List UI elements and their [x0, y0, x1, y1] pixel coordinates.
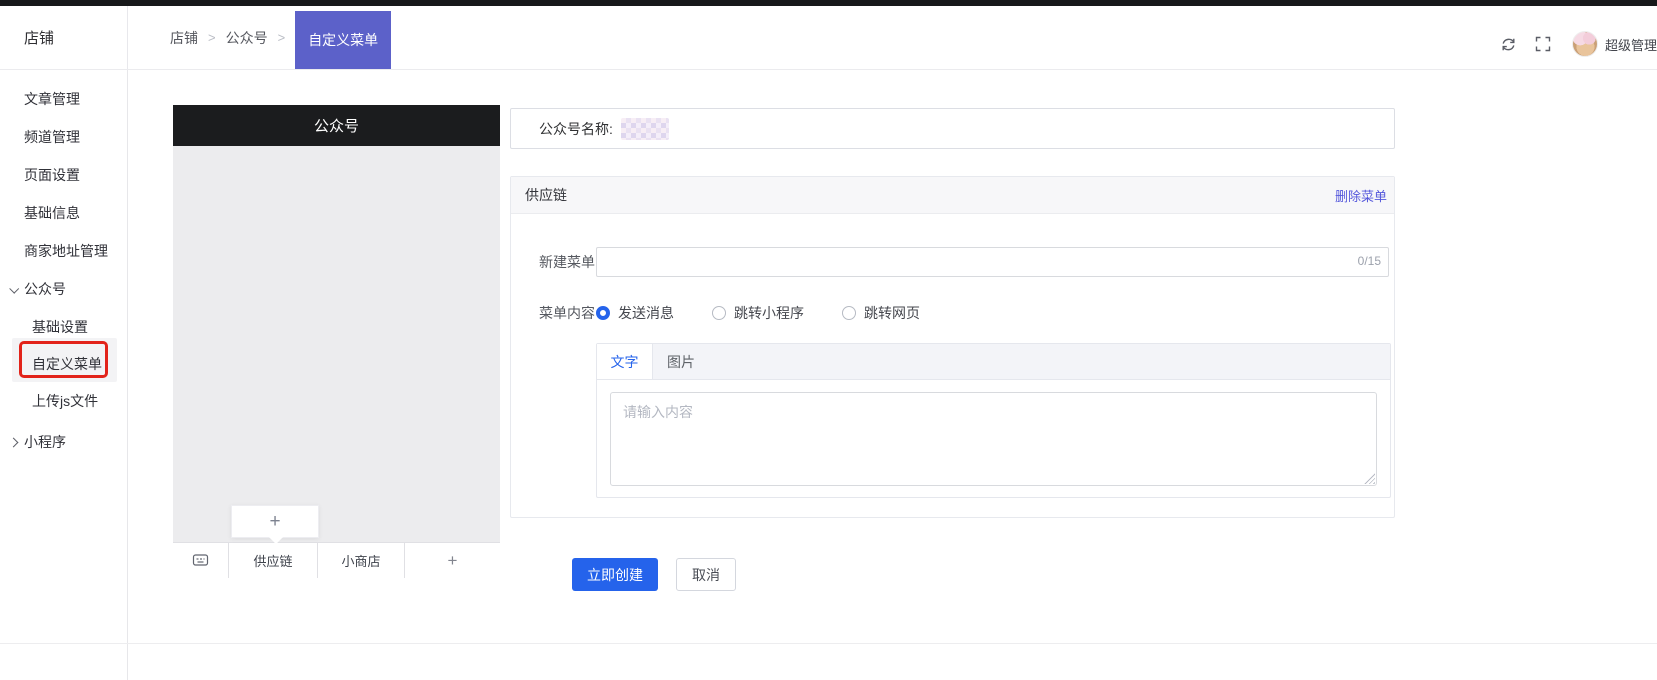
form-actions: 立即创建 取消 — [572, 558, 736, 591]
menu-section-header: 供应链 删除菜单 — [511, 177, 1394, 214]
menu-name-row: 新建菜单 0/15 — [511, 247, 1394, 277]
breadcrumb-separator: > — [208, 30, 216, 45]
sidebar-item-merchant-address[interactable]: 商家地址管理 — [0, 232, 127, 270]
radio-selected-icon — [596, 306, 610, 320]
radio-unselected-icon — [712, 306, 726, 320]
radio-unselected-icon — [842, 306, 856, 320]
phone-menu-tab-supply-chain[interactable]: 供应链 — [229, 543, 318, 578]
tab-image[interactable]: 图片 — [653, 344, 709, 379]
sidebar-item-custom-menu[interactable]: 自定义菜单 — [0, 345, 127, 382]
menu-edit-section: 供应链 删除菜单 新建菜单 0/15 菜单内容 发送消息 跳转小程序 跳转网页 — [510, 176, 1395, 518]
breadcrumb-item-shop[interactable]: 店铺 — [170, 28, 198, 48]
menu-name-input-wrap: 0/15 — [596, 247, 1389, 277]
phone-menu-add-button[interactable]: + — [405, 543, 500, 578]
breadcrumb-item-official-account[interactable]: 公众号 — [226, 28, 268, 48]
redacted-account-name — [621, 118, 669, 140]
char-counter: 0/15 — [1358, 254, 1381, 268]
sidebar-item-channel-management[interactable]: 频道管理 — [0, 118, 127, 156]
radio-jump-mini-program[interactable]: 跳转小程序 — [712, 303, 804, 323]
textarea-wrap — [610, 392, 1377, 486]
user-avatar[interactable] — [1572, 31, 1598, 57]
create-now-button[interactable]: 立即创建 — [572, 558, 658, 591]
content-type-radio-group: 发送消息 跳转小程序 跳转网页 — [596, 303, 920, 323]
sidebar: 文章管理 频道管理 页面设置 基础信息 商家地址管理 公众号 基础设置 自定义菜… — [0, 70, 128, 680]
add-submenu-button[interactable]: + — [231, 505, 319, 538]
menu-name-label: 新建菜单 — [539, 252, 596, 272]
sidebar-item-upload-js-file[interactable]: 上传js文件 — [0, 382, 127, 419]
breadcrumb-separator: > — [278, 30, 286, 45]
keyboard-toggle-button[interactable] — [173, 543, 229, 578]
menu-content-row: 菜单内容 发送消息 跳转小程序 跳转网页 — [511, 301, 1394, 325]
account-name-box: 公众号名称: — [510, 108, 1395, 149]
message-content-panel: 文字 图片 — [596, 343, 1391, 498]
topbar-right: 超级管理 — [1500, 12, 1657, 76]
plus-icon: + — [448, 551, 458, 571]
content-tab-bar: 文字 图片 — [597, 344, 1390, 380]
delete-menu-link[interactable]: 删除菜单 — [1335, 186, 1387, 205]
tab-content — [597, 380, 1390, 498]
chevron-right-icon — [9, 437, 19, 447]
content-textarea[interactable] — [610, 392, 1377, 486]
sidebar-item-page-settings[interactable]: 页面设置 — [0, 156, 127, 194]
sidebar-item-article-management[interactable]: 文章管理 — [0, 80, 127, 118]
chevron-down-icon — [9, 283, 19, 293]
account-name-label: 公众号名称: — [539, 119, 613, 139]
app-logo[interactable]: 店铺 — [0, 6, 128, 69]
phone-title: 公众号 — [314, 115, 359, 136]
menu-content-label: 菜单内容 — [539, 303, 596, 323]
message-icon — [192, 553, 209, 568]
phone-preview: 公众号 + 供应链 小商店 + — [173, 105, 500, 578]
user-name[interactable]: 超级管理 — [1605, 35, 1657, 54]
refresh-icon[interactable] — [1500, 35, 1518, 53]
topbar: 店铺 店铺 > 公众号 > 自定义菜单 超级管理 — [0, 6, 1657, 70]
radio-send-message[interactable]: 发送消息 — [596, 303, 674, 323]
sidebar-group-official-account[interactable]: 公众号 — [0, 270, 127, 308]
tab-text[interactable]: 文字 — [597, 344, 653, 379]
phone-body: + — [173, 146, 500, 542]
sidebar-item-basic-settings[interactable]: 基础设置 — [0, 308, 127, 345]
content-bottom-divider — [0, 643, 1657, 644]
menu-name-input[interactable] — [596, 247, 1389, 277]
breadcrumb-item-custom-menu-active[interactable]: 自定义菜单 — [295, 11, 391, 69]
radio-jump-webpage[interactable]: 跳转网页 — [842, 303, 920, 323]
sidebar-item-basic-info[interactable]: 基础信息 — [0, 194, 127, 232]
phone-menu-tab-small-shop[interactable]: 小商店 — [318, 543, 405, 578]
phone-menu-bar: 供应链 小商店 + — [173, 542, 500, 578]
menu-section-title: 供应链 — [525, 185, 567, 205]
breadcrumb: 店铺 > 公众号 > 自定义菜单 — [170, 6, 391, 69]
fullscreen-icon[interactable] — [1534, 35, 1552, 53]
cancel-button[interactable]: 取消 — [676, 558, 736, 591]
sidebar-group-mini-program[interactable]: 小程序 — [0, 423, 127, 461]
phone-title-bar: 公众号 — [173, 105, 500, 146]
